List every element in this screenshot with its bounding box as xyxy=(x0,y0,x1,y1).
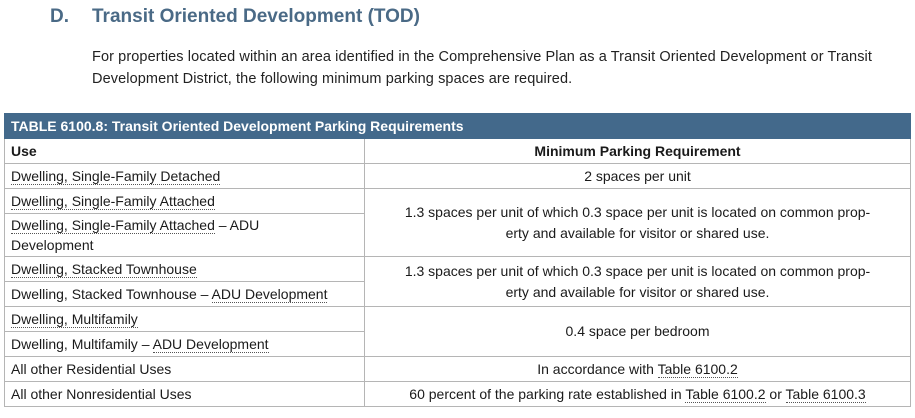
use-cell: Dwelling, Single-Family Attached xyxy=(4,188,365,214)
requirement-text: 60 percent of the parking rate establish… xyxy=(409,385,686,402)
requirement-cell: 1.3 spaces per unit of which 0.3 space p… xyxy=(363,256,912,307)
section-heading: D. Transit Oriented Development (TOD) xyxy=(50,6,420,28)
table-reference-link[interactable]: Table 6100.2 xyxy=(685,385,766,403)
use-text: – ADU xyxy=(214,217,260,233)
requirement-cell: 2 spaces per unit xyxy=(363,163,912,189)
use-link[interactable]: ADU Development xyxy=(152,336,269,353)
tod-parking-table: TABLE 6100.8: Transit Oriented Developme… xyxy=(3,113,912,407)
use-link[interactable]: Dwelling, Single-Family Attached xyxy=(11,217,215,234)
intro-paragraph: For properties located within an area id… xyxy=(92,49,872,87)
use-text: Development xyxy=(11,237,94,253)
use-cell: All other Residential Uses xyxy=(4,356,365,382)
section-letter: D. xyxy=(50,6,69,27)
table-title: TABLE 6100.8: Transit Oriented Developme… xyxy=(3,113,912,139)
requirement-cell: 1.3 spaces per unit of which 0.3 space p… xyxy=(363,188,912,257)
use-link[interactable]: ADU Development xyxy=(211,286,328,303)
requirement-cell: 0.4 space per bedroom xyxy=(363,306,912,357)
use-cell: Dwelling, Single-Family Attached – ADU D… xyxy=(4,213,365,257)
use-text: All other Nonresidential Uses xyxy=(11,386,192,402)
table-reference-link[interactable]: Table 6100.3 xyxy=(785,385,866,403)
table-row: All other Residential Uses In accordance… xyxy=(4,356,912,382)
use-cell: Dwelling, Stacked Townhouse – ADU Develo… xyxy=(4,281,365,307)
section-title: Transit Oriented Development (TOD) xyxy=(92,6,420,27)
table-row: Dwelling, Single-Family Attached 1.3 spa… xyxy=(4,188,912,257)
requirement-cell: In accordance with Table 6100.2 xyxy=(363,356,912,382)
use-text: All other Residential Uses xyxy=(11,361,172,377)
use-link[interactable]: Dwelling, Single-Family Attached xyxy=(11,193,215,210)
requirement-line: erty and available for visitor or shared… xyxy=(505,283,770,300)
table-reference-link[interactable]: Table 6100.2 xyxy=(657,360,738,378)
use-text: Dwelling, Multifamily – xyxy=(11,336,153,352)
column-header-requirement: Minimum Parking Requirement xyxy=(363,138,912,164)
use-cell: Dwelling, Single-Family Detached xyxy=(4,163,365,189)
table-row: Dwelling, Multifamily 0.4 space per bedr… xyxy=(4,306,912,357)
requirement-line: erty and available for visitor or shared… xyxy=(505,224,770,241)
requirement-line: 1.3 spaces per unit of which 0.3 space p… xyxy=(404,203,871,220)
use-cell: Dwelling, Multifamily xyxy=(4,306,365,332)
use-cell: All other Nonresidential Uses xyxy=(4,381,365,407)
requirement-text: In accordance with xyxy=(537,360,658,377)
use-cell: Dwelling, Stacked Townhouse xyxy=(4,256,365,282)
column-header-use: Use xyxy=(4,138,365,164)
use-link[interactable]: Dwelling, Single-Family Detached xyxy=(11,168,221,185)
requirement-cell: 60 percent of the parking rate establish… xyxy=(363,381,912,407)
table-row: Dwelling, Single-Family Detached 2 space… xyxy=(4,163,912,189)
requirement-line: 1.3 spaces per unit of which 0.3 space p… xyxy=(404,262,871,279)
use-link[interactable]: Dwelling, Stacked Townhouse xyxy=(11,261,197,278)
use-link[interactable]: Dwelling, Multifamily xyxy=(11,311,138,328)
table-row: Dwelling, Stacked Townhouse 1.3 spaces p… xyxy=(4,256,912,307)
table-row: All other Nonresidential Uses 60 percent… xyxy=(4,381,912,407)
use-cell: Dwelling, Multifamily – ADU Development xyxy=(4,331,365,357)
requirement-text: or xyxy=(765,385,786,402)
use-text: Dwelling, Stacked Townhouse – xyxy=(11,286,212,302)
